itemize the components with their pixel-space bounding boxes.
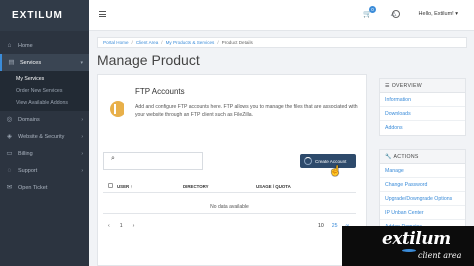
page-title: Manage Product	[97, 52, 200, 68]
breadcrumb: Portal Home / Client Area / My Products & …	[97, 37, 467, 48]
breadcrumb-client-area[interactable]: Client Area	[136, 40, 158, 45]
pointer-cursor-icon: ☝	[329, 166, 342, 177]
chevron-right-icon: ›	[81, 133, 83, 140]
security-icon: ◈	[7, 133, 12, 140]
action-ip-unban[interactable]: IP Unban Center	[380, 206, 465, 220]
sidebar-item-billing[interactable]: ▭ Billing ›	[0, 145, 89, 162]
breadcrumb-portal-home[interactable]: Portal Home	[103, 40, 129, 45]
cart-icon[interactable]: 🛒 0	[363, 6, 376, 19]
sidebar-item-services[interactable]: ▤ Services ▾	[0, 54, 89, 71]
ticket-icon: ✉	[6, 184, 13, 191]
breadcrumb-my-products[interactable]: My Products & Services	[166, 40, 215, 45]
brand-logo[interactable]: EXTILUM	[0, 0, 89, 31]
pagination: ‹ 1 ›	[108, 223, 134, 229]
submenu-my-services[interactable]: My Services	[0, 73, 89, 85]
user-avatar-icon[interactable]	[392, 10, 400, 18]
ftp-panel: FTP Accounts Add and configure FTP accou…	[97, 74, 367, 266]
select-all-checkbox[interactable]	[108, 183, 113, 188]
chevron-right-icon: ›	[81, 150, 83, 157]
per-page-25[interactable]: 25	[332, 223, 338, 229]
prev-page-button[interactable]: ‹	[108, 223, 110, 229]
breadcrumb-current: Product Details	[221, 40, 253, 45]
services-icon: ▤	[8, 59, 15, 66]
column-directory[interactable]: DIRECTORY	[183, 184, 256, 189]
submenu-order-new[interactable]: Order New Services	[0, 85, 89, 97]
watermark-logo: extilum client area	[342, 226, 474, 266]
per-page-10[interactable]: 10	[318, 223, 324, 229]
action-upgrade-downgrade[interactable]: Upgrade/Downgrade Options	[380, 192, 465, 206]
page-number[interactable]: 1	[120, 223, 123, 229]
action-manage[interactable]: Manage	[380, 164, 465, 178]
actions-header: 🔧 ACTIONS	[380, 150, 465, 164]
cart-badge: 0	[369, 6, 376, 13]
next-page-button[interactable]: ›	[133, 223, 135, 229]
user-menu[interactable]: Hello, Extilum! ▾	[419, 11, 458, 17]
domains-icon: ◎	[6, 116, 13, 123]
sidebar-nav: ⌂ Home ▤ Services ▾ My Services Order New S…	[0, 37, 89, 196]
search-input[interactable]: ⌕	[103, 152, 203, 170]
action-change-password[interactable]: Change Password	[380, 178, 465, 192]
topbar: 🛒 0 ⚠ Hello, Extilum! ▾	[89, 0, 474, 31]
billing-icon: ▭	[6, 150, 13, 157]
column-usage[interactable]: USAGE / QUOTA	[256, 184, 291, 189]
overview-link-information[interactable]: Information	[380, 93, 465, 107]
loading-spinner-icon	[304, 157, 312, 165]
sidebar-item-support[interactable]: ◌ Support ›	[0, 162, 89, 179]
overview-card: ☰ OVERVIEW Information Downloads Addons	[379, 78, 466, 136]
search-icon: ⌕	[111, 155, 115, 162]
chevron-down-icon: ▾	[80, 59, 83, 66]
overview-link-addons[interactable]: Addons	[380, 121, 465, 135]
column-user[interactable]: USER ↑	[117, 184, 183, 189]
chevron-right-icon: ›	[81, 116, 83, 123]
sidebar-item-home[interactable]: ⌂ Home	[0, 37, 89, 54]
submenu-addons[interactable]: View Available Addons	[0, 97, 89, 109]
chevron-right-icon: ›	[81, 167, 83, 174]
actions-card: 🔧 ACTIONS Manage Change Password Upgrade…	[379, 149, 466, 235]
sidebar-item-domains[interactable]: ◎ Domains ›	[0, 111, 89, 128]
services-submenu: My Services Order New Services View Avai…	[0, 71, 89, 111]
overview-header: ☰ OVERVIEW	[380, 79, 465, 93]
table-empty-row: No data available	[103, 200, 356, 214]
ftp-description: Add and configure FTP accounts here. FTP…	[135, 104, 358, 118]
home-icon: ⌂	[7, 42, 12, 49]
overview-link-downloads[interactable]: Downloads	[380, 107, 465, 121]
sidebar: EXTILUM ⌂ Home ▤ Services ▾ My Services Ord…	[0, 0, 89, 266]
support-icon: ◌	[7, 167, 12, 174]
sidebar-item-open-ticket[interactable]: ✉ Open Ticket	[0, 179, 89, 196]
ftp-icon	[110, 101, 126, 117]
sidebar-item-security[interactable]: ◈ Website & Security ›	[0, 128, 89, 145]
ftp-title: FTP Accounts	[135, 87, 185, 96]
table-header: USER ↑ DIRECTORY USAGE / QUOTA	[103, 180, 356, 193]
menu-toggle-icon[interactable]	[99, 11, 106, 18]
create-account-button[interactable]: Create Account	[300, 154, 356, 168]
